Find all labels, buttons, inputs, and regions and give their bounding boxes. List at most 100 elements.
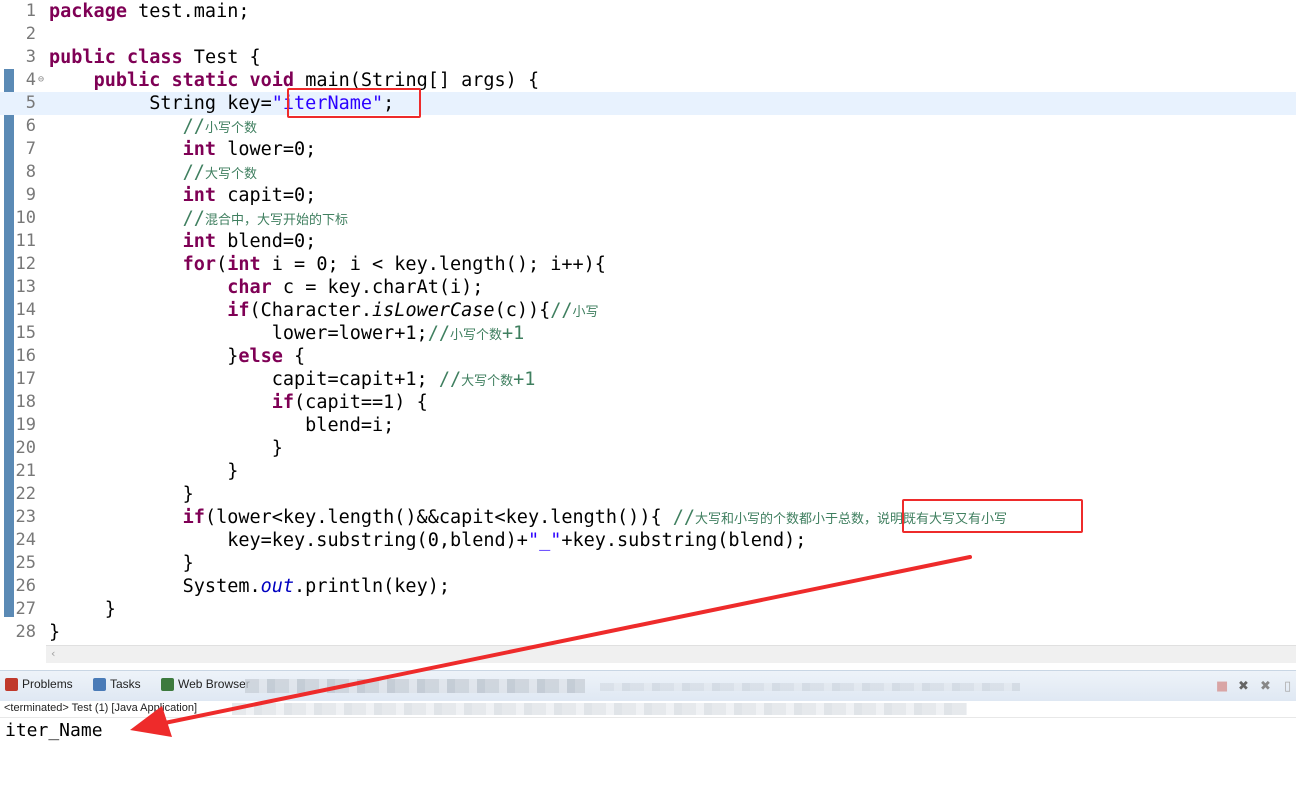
line-number: 28 (15, 622, 36, 642)
code-line[interactable]: 23 if(lower<key.length()&&capit<key.leng… (0, 506, 1296, 529)
code-text: if(lower<key.length()&&capit<key.length(… (182, 507, 1008, 528)
code-text: if(capit==1) { (271, 392, 428, 413)
code-line[interactable]: 28} (0, 621, 1296, 644)
code-line[interactable]: 9 int capit=0; (0, 184, 1296, 207)
code-line[interactable]: 26 System.out.println(key); (0, 575, 1296, 598)
code-text: //小写个数 (182, 116, 257, 137)
web-browser-icon (161, 677, 174, 691)
line-number: 12 (15, 254, 36, 274)
line-number: 20 (15, 438, 36, 458)
code-line[interactable]: 2 (0, 23, 1296, 46)
fold-collapse-icon[interactable]: ⊖ (38, 75, 44, 85)
code-line[interactable]: 11 int blend=0; (0, 230, 1296, 253)
code-text: capit=capit+1; //大写个数+1 (49, 369, 536, 390)
terminate-icon[interactable]: ■ (1216, 679, 1228, 694)
code-text: } (49, 599, 116, 620)
line-number: 24 (15, 530, 36, 550)
line-number: 7 (25, 139, 36, 159)
blurred-region (232, 703, 967, 715)
line-number: 8 (25, 162, 36, 182)
line-number: 11 (15, 231, 36, 251)
code-text: lower=lower+1;//小写个数+1 (49, 323, 525, 344)
code-line[interactable]: 10 //混合中，大写开始的下标 (0, 207, 1296, 230)
horizontal-scrollbar[interactable]: ‹ (46, 645, 1296, 663)
line-number: 2 (25, 24, 36, 44)
console-output: iter_Name (5, 720, 103, 741)
code-text: } (49, 438, 283, 459)
tab-web-browser[interactable]: Web Browser (161, 677, 250, 691)
code-line[interactable]: 3 public class Test { (0, 46, 1296, 69)
line-number: 22 (15, 484, 36, 504)
line-number: 10 (15, 208, 36, 228)
line-number: 26 (15, 576, 36, 596)
view-menu-icon[interactable]: ▯ (1284, 679, 1291, 694)
code-text: int blend=0; (182, 231, 317, 252)
code-line[interactable]: 20 } (0, 437, 1296, 460)
code-text: } (49, 461, 239, 482)
code-line[interactable]: 17 capit=capit+1; //大写个数+1 (0, 368, 1296, 391)
code-line[interactable]: 5 String key="iterName"; (0, 92, 1296, 115)
console-view[interactable]: iter_Name (0, 718, 1296, 791)
code-line[interactable]: 8 //大写个数 (0, 161, 1296, 184)
code-line[interactable]: 18 if(capit==1) { (0, 391, 1296, 414)
tab-label: Tasks (110, 677, 141, 691)
code-line[interactable]: 12 for(int i = 0; i < key.length(); i++)… (0, 253, 1296, 276)
line-number: 27 (15, 599, 36, 619)
code-line[interactable]: 15 lower=lower+1;//小写个数+1 (0, 322, 1296, 345)
code-line[interactable]: 21 } (0, 460, 1296, 483)
code-text: //大写个数 (182, 162, 257, 183)
line-number: 6 (25, 116, 36, 136)
scroll-left-icon[interactable]: ‹ (51, 647, 55, 660)
line-number: 19 (15, 415, 36, 435)
line-number: 4 (25, 70, 36, 90)
tab-tasks[interactable]: Tasks (93, 677, 141, 691)
line-number: 15 (15, 323, 36, 343)
code-line[interactable]: 25 } (0, 552, 1296, 575)
code-line[interactable]: 16 }else { (0, 345, 1296, 368)
line-number: 17 (15, 369, 36, 389)
code-text: char c = key.charAt(i); (227, 277, 484, 298)
code-text: int capit=0; (182, 185, 317, 206)
annotation-box-string-literal (287, 88, 421, 118)
code-line[interactable]: 14 if(Character.isLowerCase(c)){//小写 (0, 299, 1296, 322)
code-text: blend=i; (49, 415, 395, 436)
code-line[interactable]: 19 blend=i; (0, 414, 1296, 437)
code-editor[interactable]: 1 package test.main; 2 3 public class Test {… (0, 0, 1296, 645)
code-text: key=key.substring(0,blend)+"_"+key.subst… (49, 530, 807, 551)
launch-status-label: <terminated> Test (1) [Java Application] (4, 702, 198, 714)
code-text: for(int i = 0; i < key.length(); i++){ (182, 254, 606, 275)
line-number: 18 (15, 392, 36, 412)
problems-icon (5, 677, 18, 691)
tasks-icon (93, 677, 106, 691)
line-number: 13 (15, 277, 36, 297)
code-text: }else { (49, 346, 306, 367)
line-number: 23 (15, 507, 36, 527)
code-text: package test.main; (49, 1, 250, 22)
line-number: 3 (25, 47, 36, 67)
code-text: public class Test { (49, 47, 261, 68)
code-line[interactable]: 24 key=key.substring(0,blend)+"_"+key.su… (0, 529, 1296, 552)
tab-problems[interactable]: Problems (5, 677, 73, 691)
console-status-bar: <terminated> Test (1) [Java Application] (0, 701, 1296, 718)
code-text: } (49, 484, 194, 505)
code-text: } (49, 553, 194, 574)
line-number: 1 (25, 1, 36, 21)
remove-all-terminated-icon[interactable]: ✖ (1260, 679, 1271, 694)
line-number: 5 (25, 93, 36, 113)
code-line[interactable]: 6 //小写个数 (0, 115, 1296, 138)
code-text: int lower=0; (182, 139, 317, 160)
remove-launch-icon[interactable]: ✖ (1238, 679, 1249, 694)
code-line[interactable]: 22 } (0, 483, 1296, 506)
blurred-region (245, 679, 585, 693)
annotation-box-comment (902, 499, 1083, 533)
line-number: 21 (15, 461, 36, 481)
code-line[interactable]: 7 int lower=0; (0, 138, 1296, 161)
code-text: if(Character.isLowerCase(c)){//小写 (227, 300, 599, 321)
view-tab-bar: Problems Tasks Web Browser ■ ✖ ✖ ▯ (0, 670, 1296, 702)
code-line[interactable]: 13 char c = key.charAt(i); (0, 276, 1296, 299)
code-line[interactable]: 1 package test.main; (0, 0, 1296, 23)
code-line[interactable]: 27 } (0, 598, 1296, 621)
line-number: 14 (15, 300, 36, 320)
code-line[interactable]: 4 ⊖ public static void main(String[] args… (0, 69, 1296, 92)
line-number: 25 (15, 553, 36, 573)
